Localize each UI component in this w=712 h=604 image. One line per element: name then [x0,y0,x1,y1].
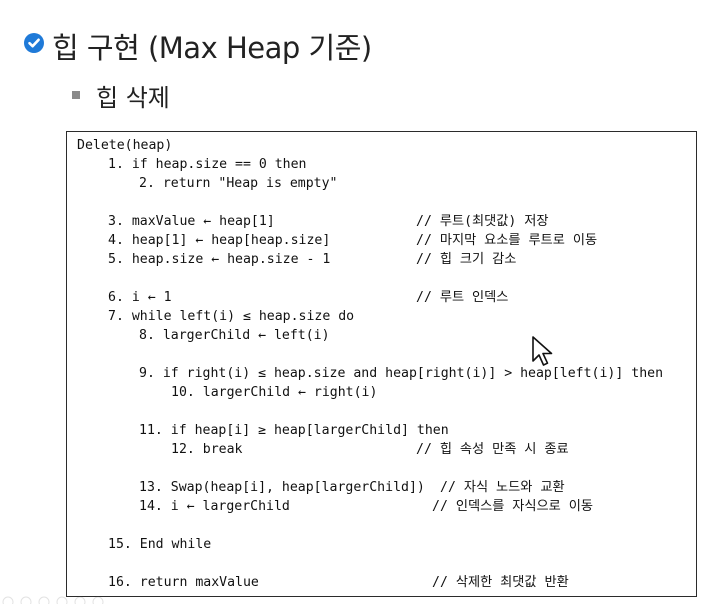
code-line: 1. if heap.size == 0 then [108,157,307,172]
code-line: 13. Swap(heap[i], heap[largerChild]) [139,480,425,495]
code-line: 11. if heap[i] ≥ heap[largerChild] then [139,423,449,438]
page-title: 힙 구현 (Max Heap 기준) [52,31,372,65]
code-line: 9. if right(i) ≤ heap.size and heap[righ… [139,366,664,381]
code-header: Delete(heap) [77,138,173,153]
code-line: 15. End while [108,537,212,552]
code-comment: // 힙 속성 만족 시 종료 [416,442,569,457]
check-circle-icon [24,33,44,53]
code-comment: // 루트(최댓값) 저장 [416,214,549,229]
code-line: 6. i ← 1 [108,290,172,305]
code-line: 2. return "Heap is empty" [139,176,338,191]
code-line: 8. largerChild ← left(i) [139,328,330,343]
square-bullet-icon [72,91,80,99]
code-line: 7. while left(i) ≤ heap.size do [108,309,355,324]
mouse-pointer-icon [532,336,553,366]
code-line: 16. return maxValue [108,575,259,590]
code-line: 4. heap[1] ← heap[heap.size] [108,233,331,248]
code-comment: // 힙 크기 감소 [416,252,517,267]
section-subtitle: 힙 삭제 [96,84,170,112]
code-comment: // 루트 인덱스 [416,290,509,305]
code-line: 10. largerChild ← right(i) [171,385,378,400]
watermark-decoration [2,596,104,604]
code-line: 3. maxValue ← heap[1] [108,214,275,229]
code-line: 5. heap.size ← heap.size - 1 [108,252,331,267]
code-comment: // 마지막 요소를 루트로 이동 [416,233,598,248]
code-line: 12. break [171,442,243,457]
code-comment: // 인덱스를 자식으로 이동 [432,499,594,514]
code-comment: // 삭제한 최댓값 반환 [432,575,569,590]
code-comment: // 자식 노드와 교환 [440,480,565,495]
code-line: 14. i ← largerChild [139,499,290,514]
pseudocode-box: Delete(heap) 1. if heap.size == 0 then 2… [66,131,697,597]
